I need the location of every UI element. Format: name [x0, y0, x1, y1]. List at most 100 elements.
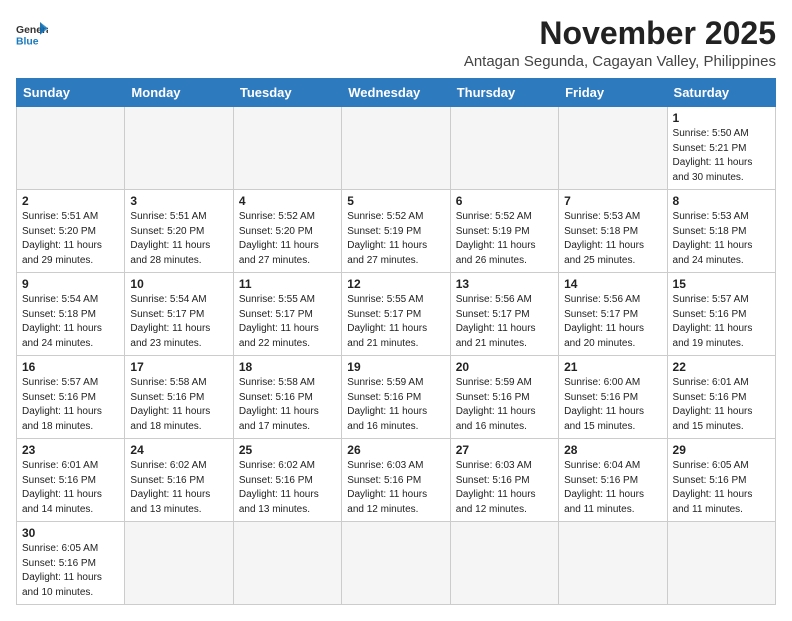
day-info: Sunrise: 5:54 AMSunset: 5:18 PMDaylight:…	[22, 293, 119, 351]
day-number: 3	[130, 194, 227, 208]
weekday-header-wednesday: Wednesday	[342, 79, 450, 107]
day-number: 29	[673, 443, 770, 457]
day-info: Sunrise: 5:57 AMSunset: 5:16 PMDaylight:…	[22, 376, 119, 434]
day-info: Sunrise: 6:05 AMSunset: 5:16 PMDaylight:…	[673, 459, 770, 517]
day-number: 22	[673, 360, 770, 374]
day-info: Sunrise: 5:50 AMSunset: 5:21 PMDaylight:…	[673, 127, 770, 185]
day-info: Sunrise: 5:57 AMSunset: 5:16 PMDaylight:…	[673, 293, 770, 351]
calendar-cell: 4 Sunrise: 5:52 AMSunset: 5:20 PMDaylight…	[233, 190, 341, 273]
svg-text:Blue: Blue	[16, 36, 39, 47]
day-info: Sunrise: 6:03 AMSunset: 5:16 PMDaylight:…	[347, 459, 444, 517]
day-number: 7	[564, 194, 661, 208]
calendar-cell: 1 Sunrise: 5:50 AMSunset: 5:21 PMDaylight…	[667, 107, 775, 190]
day-info: Sunrise: 6:05 AMSunset: 5:16 PMDaylight:…	[22, 542, 119, 600]
calendar-cell: 22 Sunrise: 6:01 AMSunset: 5:16 PMDayligh…	[667, 356, 775, 439]
calendar-table: SundayMondayTuesdayWednesdayThursdayFrid…	[16, 78, 776, 605]
day-info: Sunrise: 5:52 AMSunset: 5:20 PMDaylight:…	[239, 210, 336, 268]
day-number: 1	[673, 111, 770, 125]
calendar-cell: 12 Sunrise: 5:55 AMSunset: 5:17 PMDayligh…	[342, 273, 450, 356]
calendar-cell: 2Sunrise: 5:51 AMSunset: 5:20 PMDaylight…	[17, 190, 125, 273]
calendar-cell	[125, 522, 233, 605]
calendar-cell	[450, 522, 558, 605]
calendar-cell: 5Sunrise: 5:52 AMSunset: 5:19 PMDaylight…	[342, 190, 450, 273]
generalblue-logo-icon: General Blue	[16, 20, 48, 48]
calendar-cell: 8Sunrise: 5:53 AMSunset: 5:18 PMDaylight…	[667, 190, 775, 273]
day-number: 17	[130, 360, 227, 374]
day-number: 14	[564, 277, 661, 291]
day-number: 28	[564, 443, 661, 457]
day-info: Sunrise: 5:55 AMSunset: 5:17 PMDaylight:…	[239, 293, 336, 351]
header: General Blue November 2025 Antagan Segun…	[16, 16, 776, 70]
title-section: November 2025 Antagan Segunda, Cagayan V…	[464, 16, 776, 70]
calendar-cell: 7Sunrise: 5:53 AMSunset: 5:18 PMDaylight…	[559, 190, 667, 273]
day-info: Sunrise: 6:00 AMSunset: 5:16 PMDaylight:…	[564, 376, 661, 434]
day-info: Sunrise: 6:02 AMSunset: 5:16 PMDaylight:…	[130, 459, 227, 517]
day-info: Sunrise: 5:55 AMSunset: 5:17 PMDaylight:…	[347, 293, 444, 351]
day-number: 13	[456, 277, 553, 291]
day-number: 25	[239, 443, 336, 457]
calendar-cell: 30 Sunrise: 6:05 AMSunset: 5:16 PMDayligh…	[17, 522, 125, 605]
calendar-cell	[342, 522, 450, 605]
day-number: 4	[239, 194, 336, 208]
weekday-header-tuesday: Tuesday	[233, 79, 341, 107]
day-info: Sunrise: 6:03 AMSunset: 5:16 PMDaylight:…	[456, 459, 553, 517]
weekday-header-thursday: Thursday	[450, 79, 558, 107]
calendar-cell: 17 Sunrise: 5:58 AMSunset: 5:16 PMDayligh…	[125, 356, 233, 439]
day-info: Sunrise: 6:01 AMSunset: 5:16 PMDaylight:…	[22, 459, 119, 517]
day-number: 26	[347, 443, 444, 457]
calendar-cell: 24 Sunrise: 6:02 AMSunset: 5:16 PMDayligh…	[125, 439, 233, 522]
calendar-cell: 9 Sunrise: 5:54 AMSunset: 5:18 PMDaylight…	[17, 273, 125, 356]
day-info: Sunrise: 5:51 AMSunset: 5:20 PMDaylight:…	[130, 210, 227, 268]
day-number: 24	[130, 443, 227, 457]
day-info: Sunrise: 6:02 AMSunset: 5:16 PMDaylight:…	[239, 459, 336, 517]
calendar-cell: 29 Sunrise: 6:05 AMSunset: 5:16 PMDayligh…	[667, 439, 775, 522]
calendar-cell: 13 Sunrise: 5:56 AMSunset: 5:17 PMDayligh…	[450, 273, 558, 356]
day-number: 23	[22, 443, 119, 457]
calendar-cell: 3 Sunrise: 5:51 AMSunset: 5:20 PMDaylight…	[125, 190, 233, 273]
location-title: Antagan Segunda, Cagayan Valley, Philipp…	[464, 53, 776, 70]
day-info: Sunrise: 5:58 AMSunset: 5:16 PMDaylight:…	[130, 376, 227, 434]
day-info: Sunrise: 5:59 AMSunset: 5:16 PMDaylight:…	[456, 376, 553, 434]
calendar-cell: 28 Sunrise: 6:04 AMSunset: 5:16 PMDayligh…	[559, 439, 667, 522]
calendar-cell	[233, 522, 341, 605]
calendar-cell: 25 Sunrise: 6:02 AMSunset: 5:16 PMDayligh…	[233, 439, 341, 522]
calendar-cell: 6Sunrise: 5:52 AMSunset: 5:19 PMDaylight…	[450, 190, 558, 273]
calendar-cell: 10 Sunrise: 5:54 AMSunset: 5:17 PMDayligh…	[125, 273, 233, 356]
day-info: Sunrise: 5:54 AMSunset: 5:17 PMDaylight:…	[130, 293, 227, 351]
day-number: 19	[347, 360, 444, 374]
day-number: 6	[456, 194, 553, 208]
week-row-4: 16Sunrise: 5:57 AMSunset: 5:16 PMDayligh…	[17, 356, 776, 439]
calendar-cell	[233, 107, 341, 190]
weekday-header-sunday: Sunday	[17, 79, 125, 107]
day-number: 20	[456, 360, 553, 374]
day-info: Sunrise: 5:56 AMSunset: 5:17 PMDaylight:…	[564, 293, 661, 351]
calendar-cell: 11 Sunrise: 5:55 AMSunset: 5:17 PMDayligh…	[233, 273, 341, 356]
weekday-header-friday: Friday	[559, 79, 667, 107]
month-title: November 2025	[464, 16, 776, 51]
day-number: 30	[22, 526, 119, 540]
day-info: Sunrise: 5:56 AMSunset: 5:17 PMDaylight:…	[456, 293, 553, 351]
day-info: Sunrise: 6:04 AMSunset: 5:16 PMDaylight:…	[564, 459, 661, 517]
logo: General Blue	[16, 20, 48, 48]
calendar-cell: 27 Sunrise: 6:03 AMSunset: 5:16 PMDayligh…	[450, 439, 558, 522]
day-number: 12	[347, 277, 444, 291]
day-info: Sunrise: 5:59 AMSunset: 5:16 PMDaylight:…	[347, 376, 444, 434]
calendar-cell: 16Sunrise: 5:57 AMSunset: 5:16 PMDayligh…	[17, 356, 125, 439]
calendar-cell	[342, 107, 450, 190]
day-number: 27	[456, 443, 553, 457]
weekday-header-saturday: Saturday	[667, 79, 775, 107]
calendar-cell: 19 Sunrise: 5:59 AMSunset: 5:16 PMDayligh…	[342, 356, 450, 439]
calendar-cell	[667, 522, 775, 605]
week-row-3: 9 Sunrise: 5:54 AMSunset: 5:18 PMDaylight…	[17, 273, 776, 356]
calendar-cell	[559, 522, 667, 605]
day-info: Sunrise: 6:01 AMSunset: 5:16 PMDaylight:…	[673, 376, 770, 434]
day-number: 11	[239, 277, 336, 291]
day-info: Sunrise: 5:52 AMSunset: 5:19 PMDaylight:…	[347, 210, 444, 268]
calendar-cell	[450, 107, 558, 190]
day-number: 9	[22, 277, 119, 291]
day-number: 18	[239, 360, 336, 374]
day-number: 10	[130, 277, 227, 291]
week-row-2: 2Sunrise: 5:51 AMSunset: 5:20 PMDaylight…	[17, 190, 776, 273]
day-info: Sunrise: 5:51 AMSunset: 5:20 PMDaylight:…	[22, 210, 119, 268]
weekday-header-monday: Monday	[125, 79, 233, 107]
